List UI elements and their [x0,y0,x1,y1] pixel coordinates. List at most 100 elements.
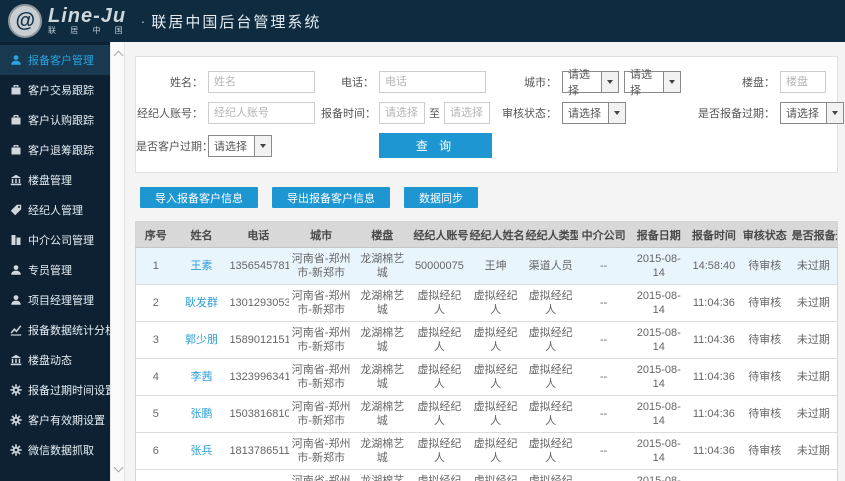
chevron-down-icon[interactable] [113,462,124,473]
customer-name-link[interactable]: 张鹏 [190,408,212,420]
column-header: 中介公司 [577,221,630,248]
sidebar-item-8[interactable]: 专员管理 [0,255,110,285]
report-time-to-input[interactable] [444,102,490,124]
cell: -- [577,247,630,285]
customer-name-link[interactable]: 王素 [190,260,212,272]
briefcase-icon [10,144,22,156]
page-title: 联居中国后台管理系统 [151,13,322,31]
customer-expired-value: 请选择 [214,140,247,153]
sidebar-item-10[interactable]: 报备数据统计分析 [0,315,116,345]
cell: 2015-08-14 [629,358,688,396]
data-sync-button[interactable]: 数据同步 [404,187,478,208]
cell: 1 [135,247,176,285]
cell: 虚拟经纪人 [523,321,578,359]
sidebar-item-3[interactable]: 客户认购跟踪 [0,105,110,135]
cell: 虚拟经纪人 [467,284,524,322]
customer-name-link[interactable]: 郭少朋 [185,334,218,346]
table-row: 4李茜13239963414河南省-郑州市-新郑市龙湖棉艺城虚拟经纪人虚拟经纪人… [135,358,838,396]
city-province-value: 请选择 [568,69,590,97]
cell: 11:04:36 [687,284,740,322]
city-city-select[interactable]: 请选择 [624,69,681,97]
briefcase-icon [10,84,22,96]
agent-account-input[interactable] [208,102,315,124]
cell: 王坤 [467,247,524,285]
sidebar-item-4[interactable]: 客户退筹跟踪 [0,135,110,165]
phone-label: 电话： [341,77,374,89]
cell: 河南省-郑州市-新郑市 [289,395,354,433]
building-label: 楼盘： [742,77,775,89]
cell-name: 王素 [175,247,228,285]
column-header: 楼盘 [353,221,412,248]
name-label: 姓名： [170,77,203,89]
bank-icon [10,174,22,186]
chart-icon [10,324,22,336]
audit-status-select[interactable]: 请选择 [562,102,626,124]
cell: 龙湖棉艺城 [353,284,412,322]
sidebar-item-label: 客户交易跟踪 [28,85,94,97]
cell-name: 李茜 [175,358,228,396]
cell: -- [577,321,630,359]
sidebar-item-12[interactable]: 报备过期时间设置 [0,375,116,405]
sidebar-item-11[interactable]: 楼盘动态 [0,345,110,375]
report-expired-label: 是否报备过期： [698,108,775,120]
cell: 待审核 [739,395,790,433]
sidebar-item-5[interactable]: 楼盘管理 [0,165,110,195]
sidebar-item-9[interactable]: 项目经理管理 [0,285,110,315]
sidebar-item-1[interactable]: 报备客户管理 [0,45,110,75]
briefcase-icon [10,114,22,126]
sidebar-item-label: 专员管理 [28,265,72,277]
cell: 50000075 [411,247,468,285]
customer-name-link[interactable]: 耿发群 [185,297,218,309]
sidebar-item-label: 客户退筹跟踪 [28,145,94,157]
import-customers-button[interactable]: 导入报备客户信息 [140,187,258,208]
sidebar-item-2[interactable]: 客户交易跟踪 [0,75,110,105]
cell: 河南省-郑州市-新郑市 [289,247,354,285]
header-separator: · [140,13,146,29]
sidebar-item-7[interactable]: 中介公司管理 [0,225,110,255]
cell: 未过期 [789,395,838,433]
brand-name: Line-Ju [48,5,127,27]
customer-name-link[interactable]: 李茜 [190,371,212,383]
chevron-up-icon[interactable] [113,50,124,61]
sidebar-scrollbar[interactable] [110,42,125,481]
cell: 河南省-郑州市-新郑市 [289,432,354,470]
sidebar-item-6[interactable]: 经纪人管理 [0,195,110,225]
sidebar-item-14[interactable]: 微信数据抓取 [0,435,110,465]
report-expired-select[interactable]: 请选择 [780,102,844,124]
phone-input[interactable] [379,71,486,93]
cell: 虚拟经纪人 [467,321,524,359]
column-header: 报备日期 [629,221,688,248]
sidebar-item-label: 报备过期时间设置 [28,385,116,397]
customer-name-link[interactable]: 张兵 [190,445,212,457]
cell: 待审核 [739,432,790,470]
main-content: 姓名： 电话： 城市： 请选择 请选择 楼盘： 经纪人账号： 报备时间： [125,42,845,481]
name-input[interactable] [208,71,315,93]
city-province-select[interactable]: 请选择 [562,69,619,97]
cell: 3 [135,321,176,359]
cell: 龙湖棉艺城 [353,358,412,396]
customer-expired-select[interactable]: 请选择 [208,134,272,157]
to-label: 至 [429,108,440,120]
cell: 未过期 [789,432,838,470]
cell-name: 张鹏 [175,395,228,433]
cell: 未过期 [789,247,838,285]
gear-icon [10,384,22,396]
cell: 2015-08-14 [629,395,688,433]
building-input[interactable] [780,71,826,93]
query-button[interactable]: 查 询 [379,133,492,158]
export-customers-button[interactable]: 导出报备客户信息 [272,187,390,208]
cell: 虚拟经纪人 [411,358,468,396]
table-row: 5张鹏15038168105河南省-郑州市-新郑市龙湖棉艺城虚拟经纪人虚拟经纪人… [135,395,838,433]
at-icon: @ [8,4,42,38]
sidebar-item-label: 经纪人管理 [28,205,83,217]
cell-name: 耿发群 [175,284,228,322]
app-header: @ Line-Ju 联 居 中 国 · 联居中国后台管理系统 [0,0,845,42]
audit-status-label: 审核状态： [502,108,557,120]
cell: 河南省-郑州市-新郑市 [289,358,354,396]
sidebar-item-label: 楼盘管理 [28,175,72,187]
sidebar-item-13[interactable]: 客户有效期设置 [0,405,110,435]
cell: 河南省-郑州市-新郑市 [289,321,354,359]
report-time-from-input[interactable] [379,102,425,124]
table-header-row: 序号 姓名 电话 城市 楼盘 经纪人账号 经纪人姓名 经纪人类型 中介公司 报备日期 报备时间 审核状… [135,221,838,248]
cell: 13239963414 [227,358,290,396]
